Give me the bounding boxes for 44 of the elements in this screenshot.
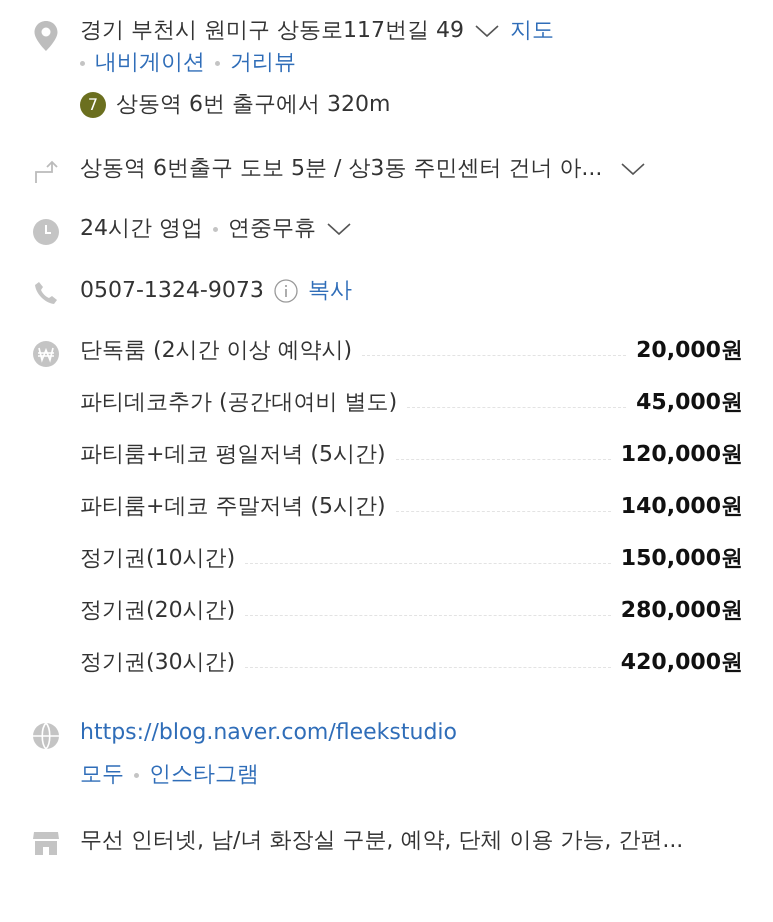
copy-link[interactable]: 복사 [308,276,352,306]
website-sub-link[interactable]: 인스타그램 [149,760,259,790]
location-pin-icon [33,20,59,52]
separator-dot [213,226,218,232]
price-item-name: 파티룸+데코 주말저녁 (5시간) [80,493,386,521]
phone-number: 0507-1324-9073 [80,277,264,305]
price-item-name: 단독룸 (2시간 이상 예약시) [80,337,352,365]
separator-dot [215,60,220,66]
globe-icon [32,722,60,750]
subway-distance: 상동역 6번 출구에서 320m [116,91,390,119]
price-item-name: 파티데코추가 (공간대여비 별도) [80,389,398,417]
chevron-icon[interactable] [474,23,500,39]
price-amount: 45,000원 [636,389,743,417]
info-icon[interactable] [274,279,298,303]
amenities-text: 무선 인터넷, 남/녀 화장실 구분, 예약, 단체 이용 가능, 간편... [80,827,684,855]
store-icon [32,830,60,856]
map-link[interactable]: 지도 [510,16,554,46]
price-amount: 280,000원 [620,597,743,625]
subway-line-badge: 7 [80,92,106,118]
phone-icon [33,280,59,306]
price-item-name: 정기권(20시간) [80,597,236,625]
turn-arrow-icon [33,158,59,184]
price-item-name: 파티룸+데코 평일저녁 (5시간) [80,441,386,469]
chevron-icon[interactable] [620,161,646,177]
price-amount: 140,000원 [620,493,743,521]
hours-note: 연중무휴 [228,215,316,243]
price-item-name: 정기권(10시간) [80,545,236,573]
separator-dot [80,60,85,66]
address-link[interactable]: 내비게이션 [95,48,205,78]
separator-dot [134,772,139,778]
directions-text: 상동역 6번출구 도보 5분 / 상3동 주민센터 건너 아... [80,155,602,183]
price-amount: 120,000원 [620,441,743,469]
address-link[interactable]: 거리뷰 [230,48,296,78]
clock-icon [32,218,60,246]
won-icon [32,340,60,368]
price-amount: 420,000원 [620,649,743,677]
price-item-name: 정기권(30시간) [80,649,236,677]
chevron-icon[interactable] [326,221,352,237]
hours-status: 24시간 영업 [80,215,203,243]
address-text: 경기 부천시 원미구 상동로117번길 49 [80,17,464,45]
price-amount: 150,000원 [620,545,743,573]
website-sub-link[interactable]: 모두 [80,760,124,790]
website-link[interactable]: https://blog.naver.com/fleekstudio [80,718,457,748]
price-amount: 20,000원 [636,337,743,365]
